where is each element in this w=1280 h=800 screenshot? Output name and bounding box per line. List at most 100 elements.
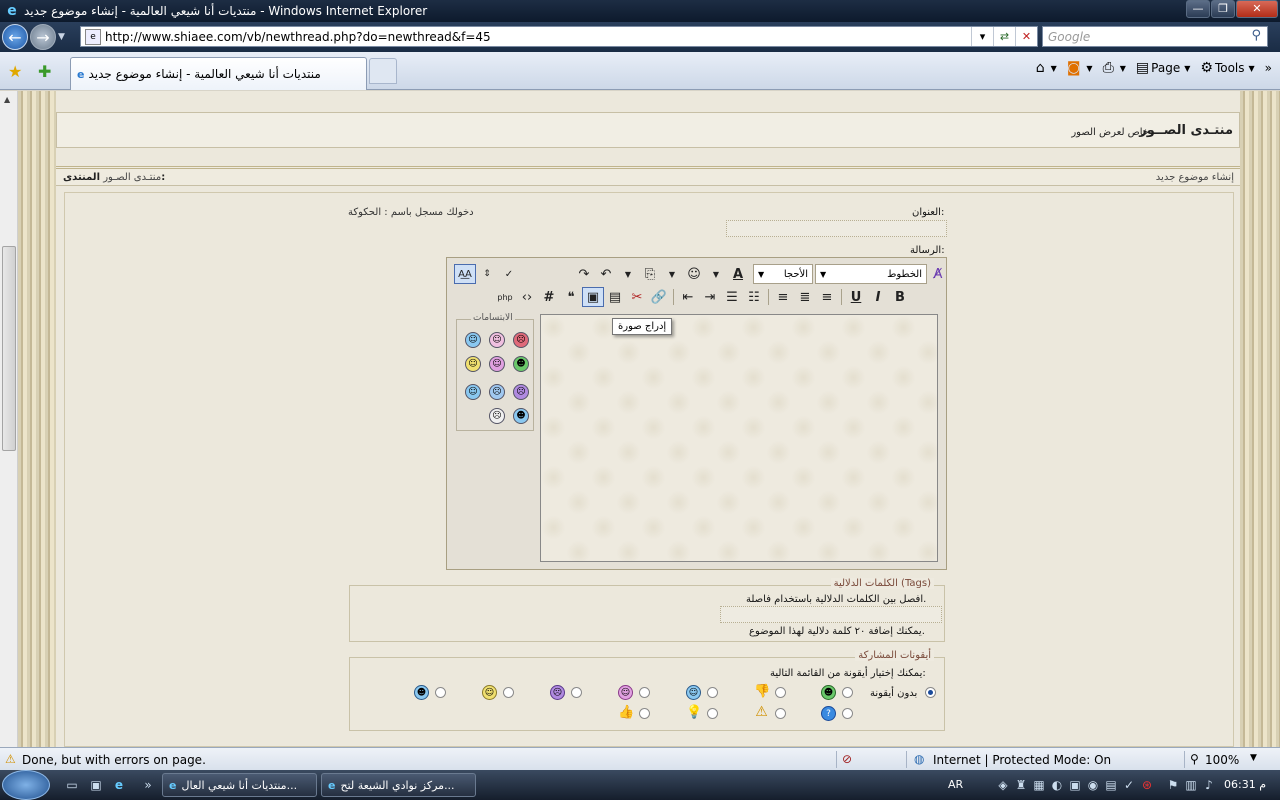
- address-dropdown-icon[interactable]: ▾: [971, 27, 993, 46]
- grin-smilie-icon[interactable]: ☻: [513, 356, 529, 372]
- icon-radio-1[interactable]: [842, 687, 853, 698]
- hash-icon[interactable]: #: [538, 287, 560, 307]
- warning-status-icon[interactable]: ⚠: [5, 752, 16, 766]
- title-input[interactable]: [726, 220, 947, 237]
- volume-icon[interactable]: ♪: [1201, 777, 1217, 793]
- smile-smilie-icon[interactable]: ☺: [465, 356, 481, 372]
- bold-icon[interactable]: B: [889, 287, 911, 307]
- tray-icon-2[interactable]: ♜: [1013, 777, 1029, 793]
- tray-icon-8[interactable]: ✓: [1121, 777, 1137, 793]
- italic-icon[interactable]: I: [867, 287, 889, 307]
- home-button[interactable]: ⌂ ▼: [1036, 60, 1057, 76]
- close-button[interactable]: ✕: [1236, 0, 1278, 18]
- start-button[interactable]: [2, 770, 50, 800]
- popup-blocker-icon[interactable]: ⊘: [842, 752, 852, 766]
- angry-smilie-icon[interactable]: ☹: [513, 332, 529, 348]
- confused-smilie-icon[interactable]: ☹: [489, 384, 505, 400]
- tools-menu[interactable]: ⚙ Tools ▼: [1200, 60, 1254, 76]
- toolbar-chevron[interactable]: »: [1265, 61, 1272, 75]
- unlink-icon[interactable]: ✂: [626, 287, 648, 307]
- back-button[interactable]: ←: [2, 24, 28, 50]
- size-select[interactable]: ▼ الأحجا: [753, 264, 813, 284]
- icon-radio-4[interactable]: [639, 687, 650, 698]
- favorites-star-icon[interactable]: ★: [8, 62, 22, 81]
- tags-input[interactable]: [720, 606, 942, 623]
- icon-radio-none[interactable]: [925, 687, 936, 698]
- icon-radio-5[interactable]: [571, 687, 582, 698]
- quote-icon[interactable]: ❝: [560, 287, 582, 307]
- security-zone[interactable]: Internet | Protected Mode: On: [933, 753, 1111, 767]
- add-favorites-icon[interactable]: ✚: [38, 62, 51, 81]
- align-left-icon[interactable]: ≡: [772, 287, 794, 307]
- underline-icon[interactable]: U: [845, 287, 867, 307]
- forward-button[interactable]: →: [30, 24, 56, 50]
- spellcheck-icon[interactable]: ✓: [498, 264, 520, 284]
- icon-radio-11[interactable]: [639, 708, 650, 719]
- forum-name[interactable]: منتـدى الصــور: [1139, 123, 1233, 138]
- address-bar[interactable]: e http://www.shiaee.com/vb/newthread.php…: [80, 26, 1038, 47]
- icon-radio-10[interactable]: [707, 708, 718, 719]
- redo-icon[interactable]: ↷: [573, 264, 595, 284]
- scroll-up-icon[interactable]: ▲: [4, 95, 10, 104]
- quicklaunch-ie-icon[interactable]: e: [111, 777, 127, 793]
- cool-eyes-smilie-icon[interactable]: ☺: [465, 384, 481, 400]
- icon-radio-6[interactable]: [503, 687, 514, 698]
- font-select[interactable]: ▼ الخطوط: [815, 264, 927, 284]
- icon-radio-9[interactable]: [775, 708, 786, 719]
- link-icon[interactable]: 🔗: [648, 287, 670, 307]
- smilie-dropdown-icon[interactable]: ▼: [705, 264, 727, 284]
- new-tab-button[interactable]: [369, 58, 397, 84]
- language-indicator[interactable]: AR: [948, 778, 963, 791]
- icon-radio-3[interactable]: [707, 687, 718, 698]
- smilie-icon[interactable]: ☺: [683, 264, 705, 284]
- network-icon[interactable]: ▥: [1183, 777, 1199, 793]
- search-icon[interactable]: ⚲: [1251, 28, 1261, 43]
- zoom-level[interactable]: 100%: [1205, 753, 1239, 767]
- refresh-icon[interactable]: ⇄: [993, 27, 1015, 46]
- stop-icon[interactable]: ✕: [1015, 27, 1037, 46]
- attachment-icon[interactable]: ⎘: [639, 264, 661, 284]
- bullet-list-icon[interactable]: ☰: [721, 287, 743, 307]
- biggrin-smilie-icon[interactable]: ☺: [489, 356, 505, 372]
- icon-radio-7[interactable]: [435, 687, 446, 698]
- quicklaunch-more-icon[interactable]: »: [140, 777, 156, 793]
- tray-icon-9[interactable]: ⊛: [1139, 777, 1155, 793]
- align-center-icon[interactable]: ≣: [794, 287, 816, 307]
- undo-icon[interactable]: ↶: [595, 264, 617, 284]
- recent-pages-dropdown[interactable]: ▼: [58, 32, 65, 42]
- indent-icon[interactable]: ⇥: [699, 287, 721, 307]
- more-dropdown-icon[interactable]: ▼: [617, 264, 639, 284]
- attach-dropdown-icon[interactable]: ▼: [661, 264, 683, 284]
- tongue-smilie-icon[interactable]: ☺: [489, 332, 505, 348]
- zoom-dropdown-icon[interactable]: ▼: [1250, 753, 1257, 763]
- scroll-thumb[interactable]: [2, 246, 16, 451]
- number-list-icon[interactable]: ☷: [743, 287, 765, 307]
- align-right-icon[interactable]: ≡: [816, 287, 838, 307]
- print-button[interactable]: ⎙ ▼: [1103, 60, 1126, 76]
- code-icon[interactable]: ‹›: [516, 287, 538, 307]
- tray-icon-5[interactable]: ▣: [1067, 777, 1083, 793]
- wink-smilie-icon[interactable]: ☺: [465, 332, 481, 348]
- tray-icon-6[interactable]: ◉: [1085, 777, 1101, 793]
- insert-video-icon[interactable]: ▤: [604, 287, 626, 307]
- maximize-button[interactable]: ❐: [1211, 0, 1235, 18]
- frown-smilie-icon[interactable]: ☹: [513, 384, 529, 400]
- tray-icon-3[interactable]: ▦: [1031, 777, 1047, 793]
- tray-icon-7[interactable]: ▤: [1103, 777, 1119, 793]
- message-textarea[interactable]: [540, 314, 938, 562]
- page-menu[interactable]: ▤ Page ▼: [1136, 60, 1190, 76]
- tray-icon-1[interactable]: ◈: [995, 777, 1011, 793]
- search-box[interactable]: Google ⚲: [1042, 26, 1268, 47]
- tray-icon-4[interactable]: ◐: [1049, 777, 1065, 793]
- vertical-scrollbar[interactable]: ▲: [0, 91, 18, 747]
- sunglasses-smilie-icon[interactable]: ☻: [513, 408, 529, 424]
- minimize-button[interactable]: —: [1186, 0, 1210, 18]
- eek-smilie-icon[interactable]: ☹: [489, 408, 505, 424]
- text-color-icon[interactable]: A: [727, 264, 749, 284]
- outdent-icon[interactable]: ⇤: [677, 287, 699, 307]
- switch-windows-icon[interactable]: ▣: [88, 777, 104, 793]
- clock[interactable]: م 06:31: [1224, 778, 1266, 791]
- php-icon[interactable]: php: [494, 287, 516, 307]
- taskbar-item-2[interactable]: e مركز نوادي الشيعة لتح...: [321, 773, 476, 797]
- address-url[interactable]: http://www.shiaee.com/vb/newthread.php?d…: [105, 30, 491, 44]
